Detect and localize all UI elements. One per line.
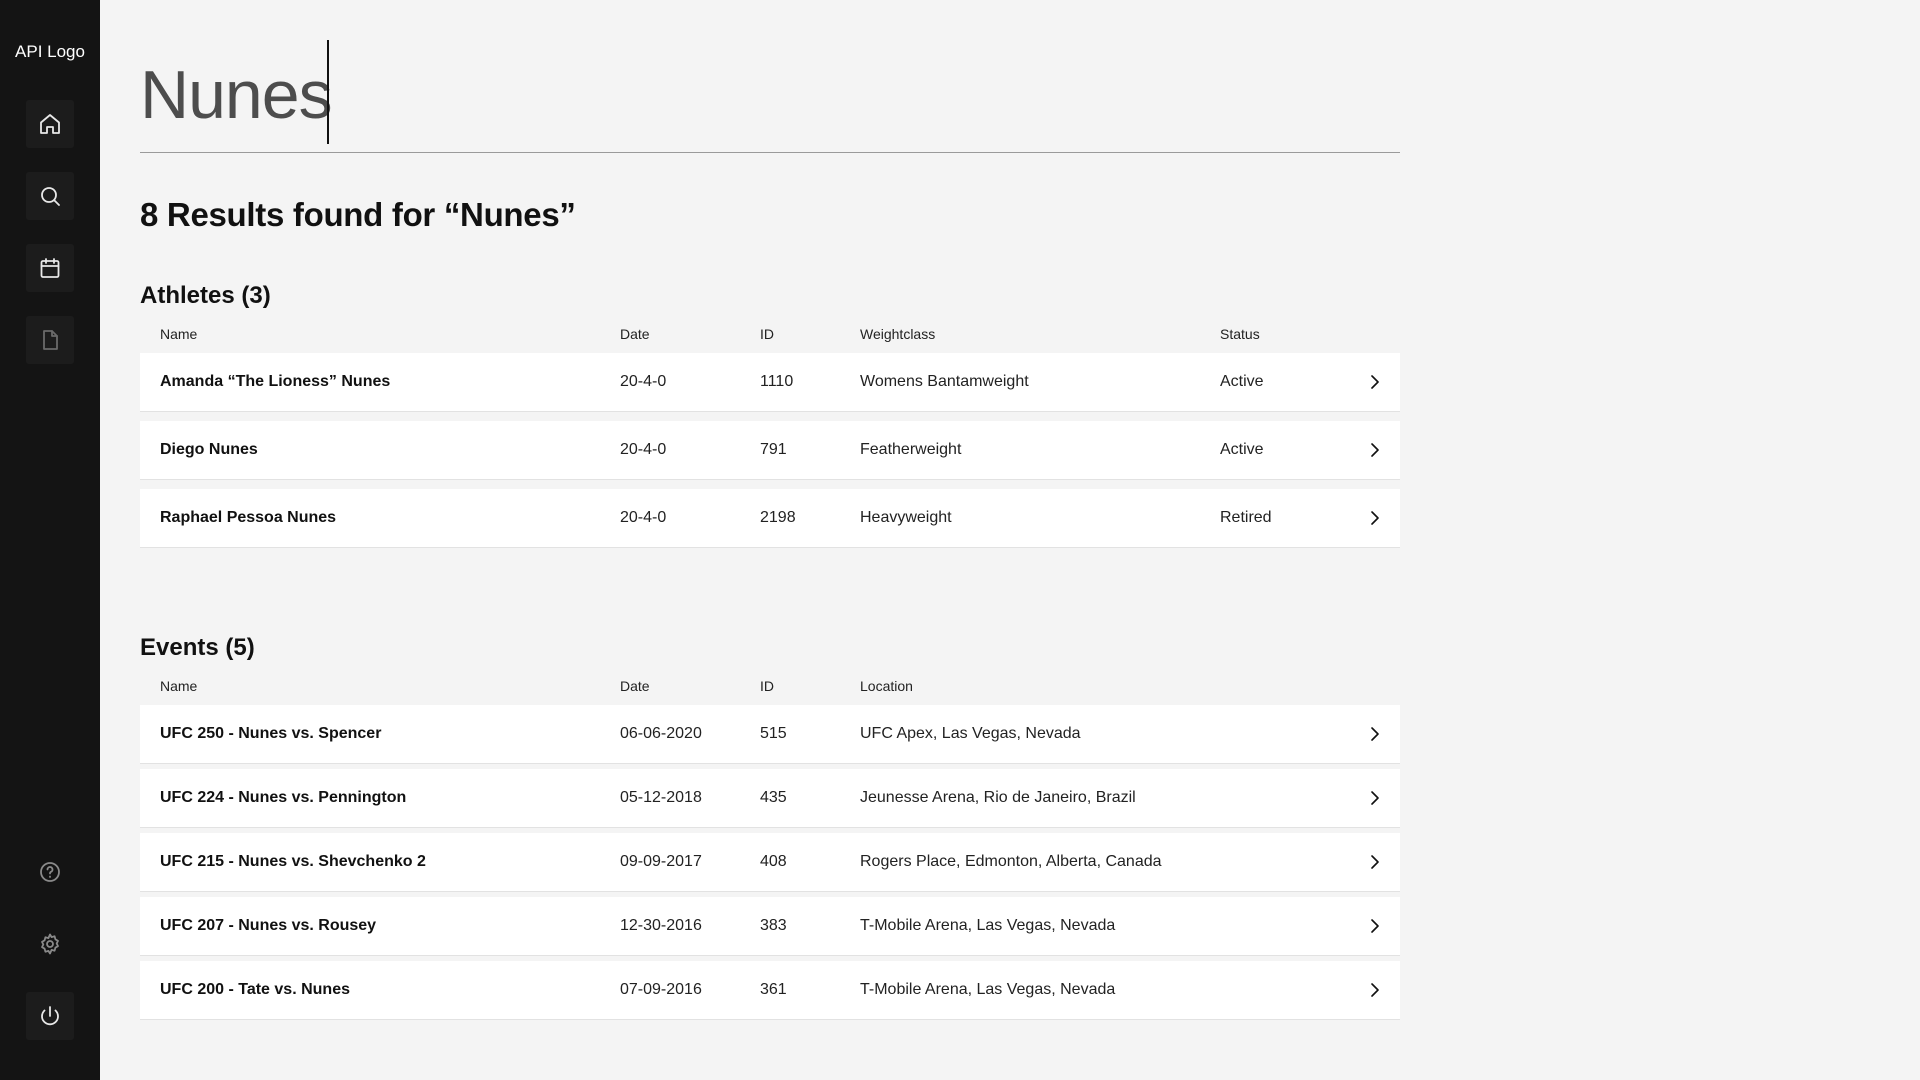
athlete-date: 20-4-0 (620, 373, 667, 390)
power-icon (41, 1006, 59, 1026)
col-header-id: ID (760, 678, 774, 694)
nav-calendar-button[interactable] (26, 244, 74, 292)
athlete-id: 2198 (760, 509, 796, 526)
event-id: 515 (760, 725, 787, 742)
col-header-id: ID (760, 326, 774, 342)
athletes-section-title: Athletes (3) (140, 282, 271, 309)
nav-search-button[interactable] (26, 172, 74, 220)
athlete-id: 791 (760, 441, 787, 458)
event-id: 383 (760, 917, 787, 934)
chevron-right-icon[interactable] (1366, 725, 1384, 743)
chevron-right-icon[interactable] (1366, 373, 1384, 391)
col-header-name: Name (160, 326, 198, 342)
search-icon (41, 187, 60, 206)
search-bar (140, 40, 1400, 153)
nav-home-button[interactable] (26, 100, 74, 148)
col-header-date: Date (620, 326, 650, 342)
col-header-status: Status (1220, 326, 1260, 342)
sidebar: API Logo (0, 0, 100, 1080)
event-location: T-Mobile Arena, Las Vegas, Nevada (860, 917, 1116, 934)
event-name: UFC 215 - Nunes vs. Shevchenko 2 (160, 853, 426, 870)
help-icon (40, 862, 60, 882)
search-input[interactable] (140, 50, 1400, 140)
event-name: UFC 207 - Nunes vs. Rousey (160, 917, 377, 934)
chevron-right-icon[interactable] (1366, 853, 1384, 871)
athlete-id: 1110 (760, 373, 794, 390)
athlete-date: 20-4-0 (620, 509, 667, 526)
event-name: UFC 250 - Nunes vs. Spencer (160, 725, 382, 742)
app-logo[interactable]: API Logo (0, 42, 100, 62)
event-id: 361 (760, 981, 787, 998)
help-button[interactable] (26, 848, 74, 896)
athlete-weightclass: Womens Bantamweight (860, 373, 1029, 390)
event-location: UFC Apex, Las Vegas, Nevada (860, 725, 1081, 742)
event-location: T-Mobile Arena, Las Vegas, Nevada (860, 981, 1116, 998)
home-icon (40, 114, 60, 134)
event-name: UFC 200 - Tate vs. Nunes (160, 981, 350, 998)
text-caret (327, 40, 329, 144)
chevron-right-icon[interactable] (1366, 917, 1384, 935)
event-row[interactable]: UFC 207 - Nunes vs. Rousey 12-30-2016 38… (140, 897, 1400, 956)
results-title: 8 Results found for “Nunes” (140, 196, 576, 233)
gear-icon (41, 933, 59, 955)
event-name: UFC 224 - Nunes vs. Pennington (160, 789, 407, 806)
athlete-row[interactable]: Raphael Pessoa Nunes 20-4-0 2198 Heavywe… (140, 489, 1400, 548)
athlete-status: Retired (1220, 509, 1272, 526)
athlete-name: Amanda “The Lioness” Nunes (160, 373, 391, 390)
athlete-weightclass: Featherweight (860, 441, 962, 458)
chevron-right-icon[interactable] (1366, 441, 1384, 459)
chevron-right-icon[interactable] (1366, 789, 1384, 807)
event-row[interactable]: UFC 250 - Nunes vs. Spencer 06-06-2020 5… (140, 705, 1400, 764)
athlete-status: Active (1220, 441, 1264, 458)
athlete-status: Active (1220, 373, 1264, 390)
col-header-weightclass: Weightclass (860, 326, 936, 342)
nav-document-button[interactable] (26, 316, 74, 364)
event-id: 408 (760, 853, 787, 870)
event-location: Rogers Place, Edmonton, Alberta, Canada (860, 853, 1162, 870)
settings-button[interactable] (26, 920, 74, 968)
document-icon (43, 330, 58, 350)
athlete-weightclass: Heavyweight (860, 509, 952, 526)
event-id: 435 (760, 789, 787, 806)
col-header-name: Name (160, 678, 198, 694)
athlete-row[interactable]: Diego Nunes 20-4-0 791 Featherweight Act… (140, 421, 1400, 480)
event-row[interactable]: UFC 200 - Tate vs. Nunes 07-09-2016 361 … (140, 961, 1400, 1020)
event-date: 09-09-2017 (620, 853, 702, 870)
event-date: 05-12-2018 (620, 789, 702, 806)
event-row[interactable]: UFC 224 - Nunes vs. Pennington 05-12-201… (140, 769, 1400, 828)
athlete-row[interactable]: Amanda “The Lioness” Nunes 20-4-0 1110 W… (140, 353, 1400, 412)
event-location: Jeunesse Arena, Rio de Janeiro, Brazil (860, 789, 1136, 806)
chevron-right-icon[interactable] (1366, 509, 1384, 527)
event-row[interactable]: UFC 215 - Nunes vs. Shevchenko 2 09-09-2… (140, 833, 1400, 892)
chevron-right-icon[interactable] (1366, 981, 1384, 999)
event-date: 07-09-2016 (620, 981, 702, 998)
col-header-date: Date (620, 678, 650, 694)
athlete-name: Raphael Pessoa Nunes (160, 509, 337, 526)
col-header-location: Location (860, 678, 913, 694)
logout-button[interactable] (26, 992, 74, 1040)
event-date: 06-06-2020 (620, 725, 702, 742)
events-section-title: Events (5) (140, 634, 255, 661)
calendar-icon (40, 258, 60, 278)
event-date: 12-30-2016 (620, 917, 702, 934)
athlete-date: 20-4-0 (620, 441, 667, 458)
athlete-name: Diego Nunes (160, 441, 258, 458)
